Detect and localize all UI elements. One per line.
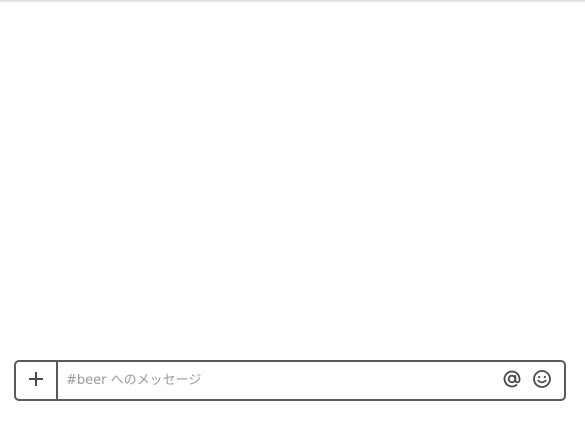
message-list-area bbox=[0, 3, 585, 353]
plus-icon bbox=[27, 370, 45, 391]
attach-file-button[interactable] bbox=[16, 362, 58, 399]
mention-button[interactable] bbox=[500, 369, 524, 393]
emoji-button[interactable] bbox=[530, 369, 554, 393]
at-sign-icon bbox=[502, 369, 522, 392]
message-composer bbox=[14, 360, 566, 401]
message-input[interactable] bbox=[58, 362, 500, 399]
smiley-icon bbox=[532, 369, 552, 392]
